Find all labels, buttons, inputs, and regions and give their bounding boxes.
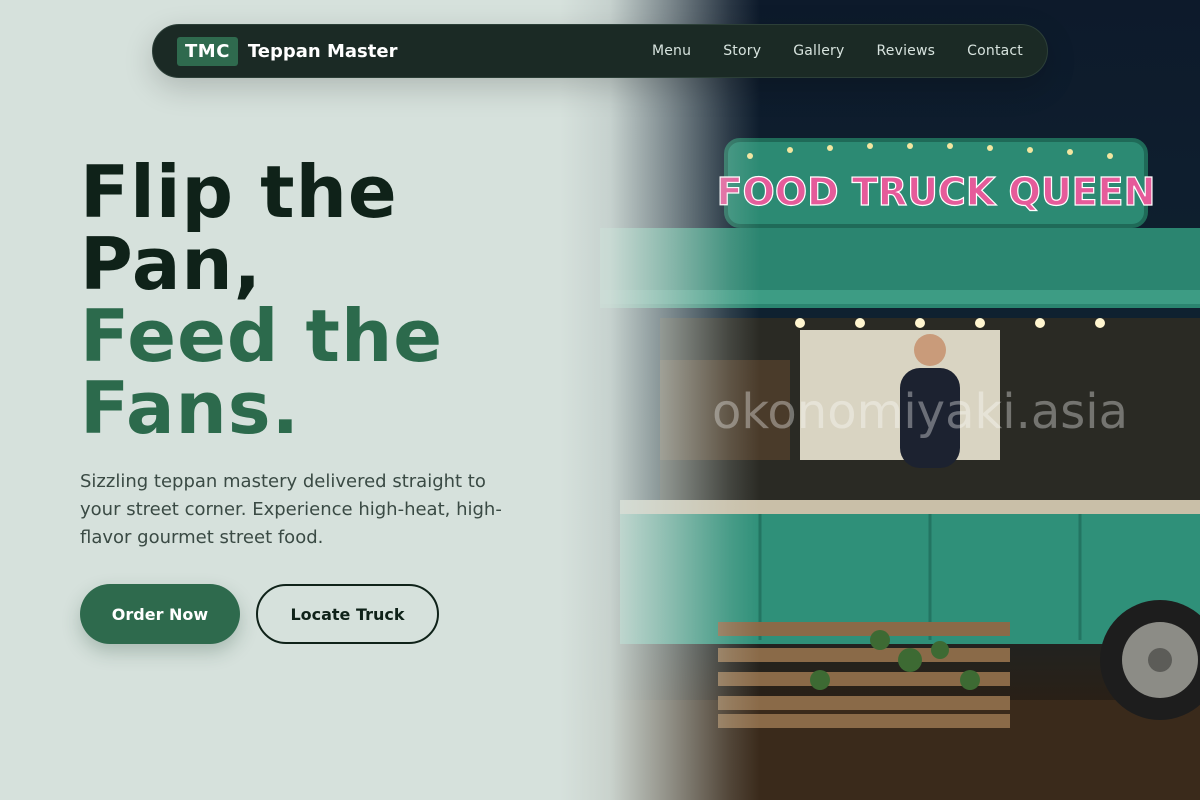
nav-links: Menu Story Gallery Reviews Contact xyxy=(636,43,1023,59)
order-now-button[interactable]: Order Now xyxy=(80,584,240,644)
nav-link-menu[interactable]: Menu xyxy=(636,43,707,59)
photo-watermark: okonomiyaki.asia xyxy=(712,384,1128,440)
nav-link-contact[interactable]: Contact xyxy=(951,43,1023,59)
hero-title-line-3: Feed the xyxy=(80,294,444,378)
top-navbar: TMC Teppan Master Menu Story Gallery Rev… xyxy=(152,24,1048,78)
image-fade-overlay xyxy=(560,0,760,800)
logo-badge[interactable]: TMC xyxy=(177,36,238,66)
truck-sign-text: FOOD TRUCK QUEEN xyxy=(717,170,1156,214)
nav-link-reviews[interactable]: Reviews xyxy=(860,43,951,59)
hero-title-line-2: Pan, xyxy=(80,222,263,306)
hero-title: Flip the Pan, Feed the Fans. xyxy=(80,156,443,444)
hero-title-line-1: Flip the xyxy=(80,150,398,234)
brand-name[interactable]: Teppan Master xyxy=(248,41,398,62)
locate-truck-button[interactable]: Locate Truck xyxy=(256,584,439,644)
nav-link-gallery[interactable]: Gallery xyxy=(777,43,860,59)
hero-title-line-4: Fans. xyxy=(80,366,301,450)
hero-subtitle: Sizzling teppan mastery delivered straig… xyxy=(80,471,502,548)
nav-link-story[interactable]: Story xyxy=(707,43,777,59)
